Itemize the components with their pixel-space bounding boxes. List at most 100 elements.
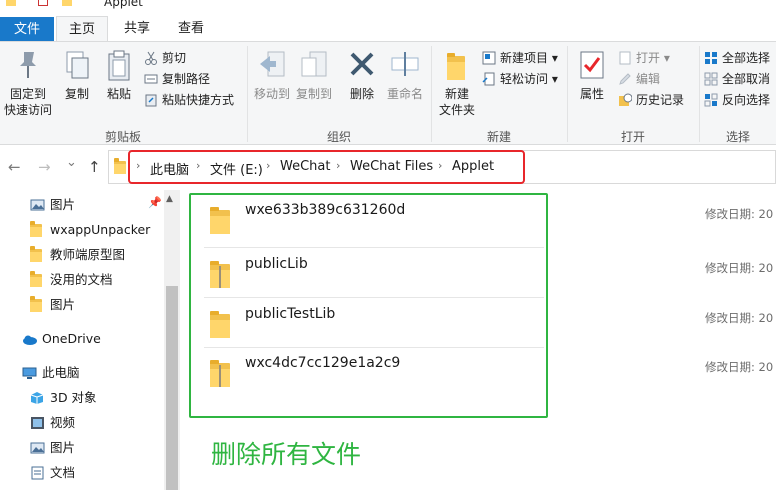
document-icon — [30, 466, 45, 480]
select-all-button[interactable]: 全部选择 — [704, 48, 770, 68]
select-group-label: 选择 — [725, 130, 750, 144]
invert-selection-button[interactable]: 反向选择 — [704, 90, 770, 110]
checkbox-icon[interactable] — [38, 0, 48, 6]
sidebar-scrollbar-thumb[interactable] — [166, 286, 178, 490]
move-to-icon — [256, 48, 288, 82]
picture-icon — [30, 441, 45, 455]
folder-icon[interactable] — [62, 0, 72, 6]
file-date: 修改日期: 20 — [705, 207, 774, 221]
delete-button[interactable]: 删除 — [344, 48, 380, 102]
history-label: 历史记录 — [636, 93, 685, 107]
edit-pencil-icon — [618, 72, 632, 86]
tab-file[interactable]: 文件 — [0, 17, 54, 42]
history-button[interactable]: 历史记录 — [618, 90, 684, 110]
delete-label: 删除 — [349, 87, 374, 101]
clipboard-group-label: 剪贴板 — [104, 130, 141, 144]
cut-button[interactable]: 剪切 — [144, 48, 186, 68]
sidebar-item-wxappunpacker[interactable]: wxappUnpacker — [30, 220, 150, 240]
pin-quick-access-button[interactable]: 固定到 快速访问 — [2, 48, 54, 118]
sidebar-item-label: 此电脑 — [42, 365, 80, 380]
cut-label: 剪切 — [162, 51, 187, 65]
folder-icon — [30, 246, 42, 262]
back-arrow-icon[interactable]: ← — [8, 158, 21, 176]
tab-share[interactable]: 共享 — [112, 16, 162, 42]
folder-icon — [30, 271, 42, 287]
sidebar-item-label: wxappUnpacker — [50, 222, 151, 237]
picture-icon — [30, 198, 45, 212]
sidebar-item-this-pc[interactable]: 此电脑 — [22, 363, 80, 383]
move-to-button[interactable]: 移动到 — [252, 48, 292, 102]
sidebar-item-label: 视频 — [50, 415, 76, 430]
tab-home[interactable]: 主页 — [56, 16, 108, 43]
video-icon — [30, 416, 45, 430]
sidebar-item-pictures-folder[interactable]: 图片 — [30, 295, 75, 315]
open-group-label: 打开 — [620, 130, 645, 144]
sidebar-item-teacher-prototype[interactable]: 教师端原型图 — [30, 245, 125, 265]
select-none-label: 全部取消 — [722, 72, 771, 86]
paste-button[interactable]: 粘贴 — [100, 48, 138, 102]
files-highlight — [189, 193, 548, 418]
copy-button[interactable]: 复制 — [58, 48, 96, 102]
select-none-button[interactable]: 全部取消 — [704, 69, 770, 89]
copy-icon — [61, 48, 93, 82]
new-folder-button[interactable]: 新建 文件夹 — [436, 48, 478, 118]
breadcrumb-highlight — [128, 150, 525, 184]
sidebar-item-videos[interactable]: 视频 — [30, 413, 75, 433]
open-icon — [618, 51, 632, 65]
sidebar-item-3d-objects[interactable]: 3D 对象 — [30, 388, 97, 408]
sidebar-item-pictures-library[interactable]: 图片 — [30, 438, 75, 458]
edit-label: 编辑 — [636, 72, 661, 86]
open-button[interactable]: 打开 ▾ — [618, 48, 670, 68]
new-folder-icon — [441, 48, 473, 82]
file-date: 修改日期: 20 — [705, 311, 774, 325]
paste-label: 粘贴 — [106, 87, 131, 101]
recent-locations-icon[interactable]: ⌄ — [66, 155, 77, 170]
forward-arrow-icon[interactable]: → — [38, 158, 51, 176]
sidebar-item-label: 没用的文档 — [50, 272, 113, 287]
sidebar-item-documents[interactable]: 文档 — [30, 463, 75, 483]
sidebar-item-label: OneDrive — [42, 331, 101, 346]
pin-icon — [12, 48, 44, 82]
file-date: 修改日期: 20 — [705, 360, 774, 374]
easy-access-button[interactable]: 轻松访问 ▾ — [482, 69, 558, 89]
paste-shortcut-button[interactable]: 粘贴快捷方式 — [144, 90, 234, 110]
folder-icon — [30, 296, 42, 312]
folder-icon — [114, 158, 126, 174]
copy-to-icon — [298, 48, 330, 82]
up-arrow-icon[interactable]: ↑ — [88, 158, 101, 176]
edit-button[interactable]: 编辑 — [618, 69, 660, 89]
sidebar-item-onedrive[interactable]: OneDrive — [22, 329, 101, 349]
copy-label: 复制 — [64, 87, 89, 101]
computer-icon — [22, 366, 37, 380]
copy-path-label: 复制路径 — [162, 72, 211, 86]
ribbon: 固定到 快速访问 复制 粘贴 剪切 复制路径 粘贴快捷方式 剪贴板 移动到 复制… — [0, 41, 776, 145]
rename-button[interactable]: 重命名 — [384, 48, 426, 102]
copy-to-button[interactable]: 复制到 — [294, 48, 334, 102]
open-label: 打开 ▾ — [636, 51, 670, 65]
pin-icon[interactable]: 📌 — [148, 196, 162, 209]
properties-check-icon — [576, 48, 608, 82]
sidebar-item-unused-docs[interactable]: 没用的文档 — [30, 270, 113, 290]
scissors-icon — [144, 51, 158, 65]
select-all-icon — [704, 51, 718, 65]
paste-icon — [103, 48, 135, 82]
new-folder-label: 新建 文件夹 — [438, 87, 475, 117]
new-item-label: 新建项目 ▾ — [500, 51, 558, 65]
file-date: 修改日期: 20 — [705, 261, 774, 275]
tab-view[interactable]: 查看 — [166, 16, 216, 42]
sidebar-item-pictures[interactable]: 图片 — [30, 195, 75, 215]
properties-button[interactable]: 属性 — [572, 48, 612, 102]
invert-selection-label: 反向选择 — [722, 93, 771, 107]
window-title: Applet — [104, 0, 143, 9]
history-icon — [618, 93, 633, 107]
delete-x-icon — [346, 48, 378, 82]
cloud-icon — [22, 332, 37, 346]
copy-path-button[interactable]: 复制路径 — [144, 69, 210, 89]
new-item-button[interactable]: 新建项目 ▾ — [482, 48, 558, 68]
folder-icon — [6, 0, 16, 6]
rename-label: 重命名 — [386, 87, 423, 101]
easy-access-icon — [482, 72, 496, 86]
new-group-label: 新建 — [486, 130, 511, 144]
pin-label: 固定到 快速访问 — [3, 87, 52, 117]
scroll-up-arrow-icon[interactable]: ▲ — [166, 194, 173, 204]
